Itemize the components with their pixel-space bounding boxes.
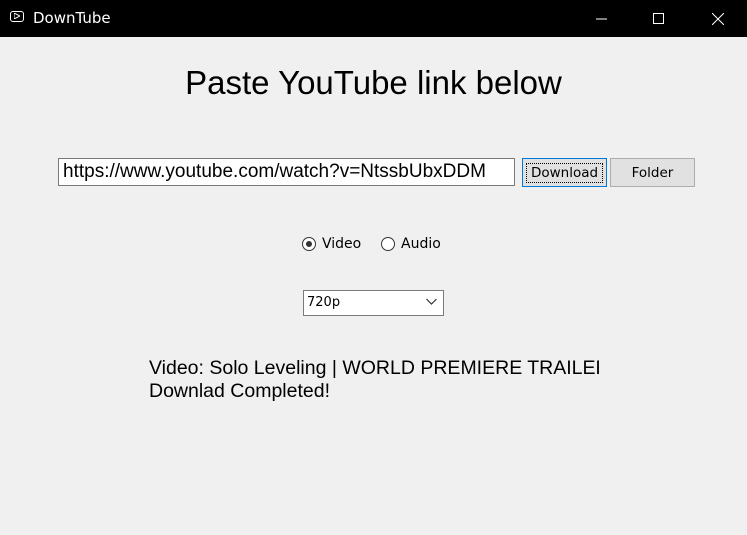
radio-unchecked-icon bbox=[381, 237, 395, 251]
maximize-button[interactable] bbox=[636, 0, 682, 37]
status-message: Downlad Completed! bbox=[149, 380, 331, 402]
minimize-button[interactable] bbox=[579, 0, 625, 37]
minimize-icon bbox=[596, 18, 607, 19]
youtube-play-icon bbox=[10, 11, 24, 22]
quality-select[interactable]: 720p bbox=[303, 290, 444, 316]
chevron-down-icon bbox=[426, 298, 437, 305]
status-text: Video: Solo Leveling | WORLD PREMIERE TR… bbox=[149, 357, 599, 403]
folder-button[interactable]: Folder bbox=[610, 158, 695, 187]
quality-value: 720p bbox=[307, 295, 341, 310]
maximize-icon bbox=[653, 12, 664, 24]
audio-radio-label: Audio bbox=[401, 236, 441, 252]
video-radio-label: Video bbox=[322, 236, 362, 252]
status-video-title: Video: Solo Leveling | WORLD PREMIERE TR… bbox=[149, 357, 599, 379]
download-button[interactable]: Download bbox=[522, 158, 607, 187]
page-heading: Paste YouTube link below bbox=[185, 64, 562, 101]
url-input[interactable] bbox=[58, 158, 515, 186]
video-radio[interactable]: Video bbox=[302, 236, 361, 252]
close-button[interactable] bbox=[695, 0, 741, 37]
close-icon bbox=[712, 12, 724, 25]
audio-radio[interactable]: Audio bbox=[381, 236, 441, 252]
window-title: DownTube bbox=[33, 9, 111, 27]
download-button-label: Download bbox=[525, 162, 604, 183]
radio-checked-icon bbox=[302, 237, 316, 251]
title-bar: DownTube bbox=[0, 0, 747, 37]
